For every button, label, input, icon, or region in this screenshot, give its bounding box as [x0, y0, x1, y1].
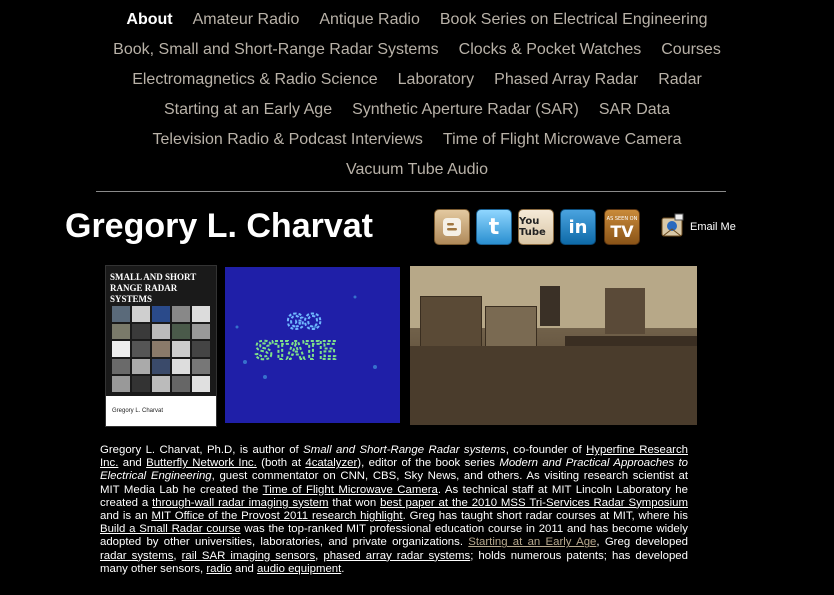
nav-link-laboratory[interactable]: Laboratory [398, 71, 475, 88]
nav-link-early-age[interactable]: Starting at an Early Age [164, 101, 332, 118]
email-me-link[interactable]: Email Me [690, 221, 736, 233]
nav-link-amateur-radio[interactable]: Amateur Radio [193, 11, 300, 28]
bio-text: Gregory L. Charvat, Ph.D, is author of [100, 444, 304, 456]
link-4catalyzer[interactable]: 4catalyzer [305, 457, 357, 469]
link-butterfly[interactable]: Butterfly Network Inc. [146, 457, 257, 469]
nav-link-interviews[interactable]: Television Radio & Podcast Interviews [153, 131, 423, 148]
as-seen-on-tv-icon[interactable]: AS SEEN ON TV [604, 209, 640, 245]
lab-person [605, 288, 645, 334]
nav-link-antique-radio[interactable]: Antique Radio [319, 11, 420, 28]
bio-text: . Greg has taught short radar courses at… [402, 510, 688, 523]
bio-text: and [118, 457, 147, 470]
divider [96, 191, 726, 192]
nav-link-electromagnetics[interactable]: Electromagnetics & Radio Science [132, 71, 377, 88]
lab-equipment-rack [420, 296, 482, 348]
lab-equipment [485, 306, 537, 348]
blogger-glyph [443, 218, 461, 236]
blogger-icon[interactable] [434, 209, 470, 245]
link-radio[interactable]: radio [206, 563, 231, 575]
bio-text: and [231, 562, 258, 575]
bio-book-title: Small and Short-Range Radar systems [303, 444, 506, 456]
nav-row-1: About Amateur Radio Antique Radio Book Seri… [0, 10, 834, 30]
nav-link-tof-camera[interactable]: Time of Flight Microwave Camera [443, 131, 682, 148]
nav-row-4: Starting at an Early Age Synthetic Apertu… [0, 100, 834, 120]
book-cover-collage [112, 306, 210, 392]
bio-text: (both at [256, 457, 306, 470]
link-radar-course[interactable]: Build a Small Radar course [100, 523, 241, 535]
nav-link-radar[interactable]: Radar [658, 71, 702, 88]
bio-text: , Greg developed [596, 536, 688, 549]
bio-text: ), editor of the book series [357, 457, 500, 470]
bio-paragraph: Gregory L. Charvat, Ph.D, is author of S… [100, 444, 688, 576]
book-cover-image[interactable]: SMALL AND SHORT RANGE RADAR SYSTEMS Greg… [105, 265, 217, 427]
youtube-label: You Tube [519, 216, 546, 238]
linkedin-label: in [568, 216, 588, 238]
lab-bench [565, 336, 697, 346]
bio-text: , co-founder of [505, 444, 587, 456]
page-title: Gregory L. Charvat [65, 207, 373, 245]
tv-big-label: TV [610, 222, 634, 241]
link-early-age[interactable]: Starting at an Early Age [468, 536, 596, 548]
nav-row-3: Electromagnetics & Radio Science Laborato… [0, 70, 834, 90]
nav-link-courses[interactable]: Courses [661, 41, 721, 58]
laboratory-photo[interactable] [410, 266, 697, 425]
twitter-glyph: t [488, 214, 500, 240]
email-icon[interactable] [660, 212, 686, 240]
nav-link-sar-data[interactable]: SAR Data [599, 101, 670, 118]
bio-text: and is an [100, 510, 152, 523]
link-provost-highlight[interactable]: MIT Office of the Provost 2011 research … [151, 510, 402, 522]
nav-link-radar-book[interactable]: Book, Small and Short-Range Radar System… [113, 41, 438, 58]
link-tof-camera[interactable]: Time of Flight Microwave Camera [263, 484, 438, 496]
linkedin-icon[interactable]: in [560, 209, 596, 245]
bio-text: . [341, 562, 345, 575]
nav-link-clocks[interactable]: Clocks & Pocket Watches [459, 41, 642, 58]
nav-link-sar[interactable]: Synthetic Aperture Radar (SAR) [352, 101, 579, 118]
link-phased-array[interactable]: phased array radar systems [323, 550, 470, 562]
bio-text: that won [328, 496, 381, 509]
nav-link-about[interactable]: About [126, 11, 172, 28]
nav-link-book-series[interactable]: Book Series on Electrical Engineering [440, 11, 708, 28]
nav-link-vacuum-tube[interactable]: Vacuum Tube Audio [346, 161, 488, 178]
nav-row-6: Vacuum Tube Audio [0, 160, 834, 180]
link-best-paper[interactable]: best paper at the 2010 MSS Tri-Services … [380, 497, 688, 509]
nav-row-5: Television Radio & Podcast Interviews Tim… [0, 130, 834, 150]
bio-text: , [173, 549, 182, 562]
nav-row-2: Book, Small and Short-Range Radar System… [0, 40, 834, 60]
book-cover-title: SMALL AND SHORT RANGE RADAR SYSTEMS [110, 272, 197, 304]
lab-floor [410, 346, 697, 425]
twitter-icon[interactable]: t [476, 209, 512, 245]
link-rail-sar[interactable]: rail SAR imaging sensors [182, 550, 316, 562]
link-audio-equipment[interactable]: audio equipment [257, 563, 341, 575]
sar-image-plot: GO STATE [235, 295, 377, 379]
book-cover-band: Gregory L. Charvat [106, 396, 216, 426]
sar-text-state: STATE [255, 335, 336, 365]
youtube-icon[interactable]: You Tube [518, 209, 554, 245]
lab-window [540, 286, 560, 326]
sar-text-go: GO [287, 309, 321, 334]
link-radar-systems[interactable]: radar systems [100, 550, 173, 562]
nav-link-phased-array[interactable]: Phased Array Radar [494, 71, 638, 88]
book-cover-author: Gregory L. Charvat [112, 408, 164, 414]
sar-image[interactable]: GO STATE [225, 267, 400, 423]
link-through-wall-radar[interactable]: through-wall radar imaging system [152, 497, 328, 509]
